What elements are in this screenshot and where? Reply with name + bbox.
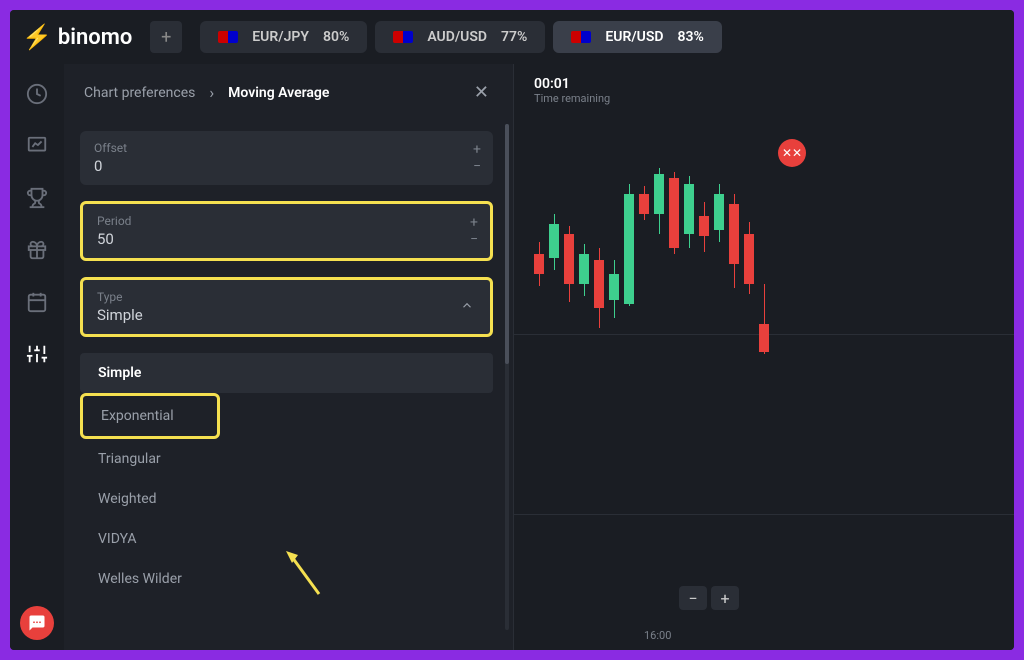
settings-icon[interactable] xyxy=(25,342,49,366)
chevron-right-icon: › xyxy=(209,83,214,102)
calendar-icon[interactable] xyxy=(25,290,49,314)
candlestick-chart xyxy=(534,164,834,444)
pair-pct: 83% xyxy=(678,29,704,45)
input-value: Simple xyxy=(97,306,476,324)
brand-name: binomo xyxy=(58,25,132,50)
sidebar xyxy=(10,64,64,650)
clock-icon[interactable] xyxy=(25,82,49,106)
flag-icon xyxy=(393,31,413,43)
gridline xyxy=(514,514,1014,515)
pair-tab-eurusd[interactable]: EUR/USD 83% xyxy=(553,21,722,53)
pair-tabs: EUR/JPY 80% AUD/USD 77% EUR/USD 83% xyxy=(200,21,1002,53)
pair-pct: 77% xyxy=(501,29,527,45)
input-value: 0 xyxy=(94,157,479,175)
zoom-in-button[interactable]: + xyxy=(711,586,739,610)
flag-icon xyxy=(571,31,591,43)
close-marker-icon[interactable]: ✕✕ xyxy=(778,139,806,167)
decrement-button[interactable]: − xyxy=(470,233,478,247)
presentation-icon[interactable] xyxy=(25,134,49,158)
chat-button[interactable] xyxy=(20,606,54,640)
type-option-simple[interactable]: Simple xyxy=(80,353,493,393)
gift-icon[interactable] xyxy=(25,238,49,262)
panel-header: Chart preferences › Moving Average ✕ xyxy=(64,64,513,121)
offset-input[interactable]: Offset 0 + − xyxy=(80,131,493,185)
input-label: Offset xyxy=(94,141,479,155)
logo-icon: ⚡ xyxy=(22,23,52,51)
trophy-icon[interactable] xyxy=(25,186,49,210)
chart-area: 00:01 Time remaining ✕✕ Time remaining −… xyxy=(514,64,1014,650)
logo: ⚡ binomo xyxy=(22,23,132,51)
time-remaining: 00:01 Time remaining xyxy=(534,76,610,105)
pair-tab-eurjpy[interactable]: EUR/JPY 80% xyxy=(200,21,367,53)
chart-preferences-panel: Chart preferences › Moving Average ✕ Off… xyxy=(64,64,514,650)
pair-name: EUR/USD xyxy=(605,29,663,45)
add-tab-button[interactable]: + xyxy=(150,21,182,53)
xaxis-label: 16:00 xyxy=(644,629,671,642)
header: ⚡ binomo + EUR/JPY 80% AUD/USD 77% EUR/U… xyxy=(10,10,1014,64)
pair-name: EUR/JPY xyxy=(252,29,309,45)
type-option-triangular[interactable]: Triangular xyxy=(80,439,493,479)
pair-pct: 80% xyxy=(323,29,349,45)
close-button[interactable]: ✕ xyxy=(470,78,493,107)
pair-name: AUD/USD xyxy=(427,29,487,45)
type-option-weighted[interactable]: Weighted xyxy=(80,479,493,519)
type-option-exponential[interactable]: Exponential xyxy=(80,393,220,439)
zoom-controls: − + xyxy=(679,586,739,610)
period-input[interactable]: Period 50 + − xyxy=(80,201,493,261)
increment-button[interactable]: + xyxy=(470,216,478,230)
breadcrumb-current: Moving Average xyxy=(228,85,329,101)
scrollbar-thumb[interactable] xyxy=(505,124,509,364)
pair-tab-audusd[interactable]: AUD/USD 77% xyxy=(375,21,545,53)
chevron-up-icon[interactable] xyxy=(460,298,474,317)
timer-label: Time remaining xyxy=(534,92,610,105)
zoom-out-button[interactable]: − xyxy=(679,586,707,610)
flag-icon xyxy=(218,31,238,43)
timer-value: 00:01 xyxy=(534,76,610,92)
annotation-arrow-icon xyxy=(284,549,324,599)
input-value: 50 xyxy=(97,230,476,248)
increment-button[interactable]: + xyxy=(473,143,481,157)
type-select[interactable]: Type Simple xyxy=(80,277,493,337)
breadcrumb-parent[interactable]: Chart preferences xyxy=(84,85,195,101)
input-label: Period xyxy=(97,214,476,228)
decrement-button[interactable]: − xyxy=(473,160,481,174)
input-label: Type xyxy=(97,290,476,304)
